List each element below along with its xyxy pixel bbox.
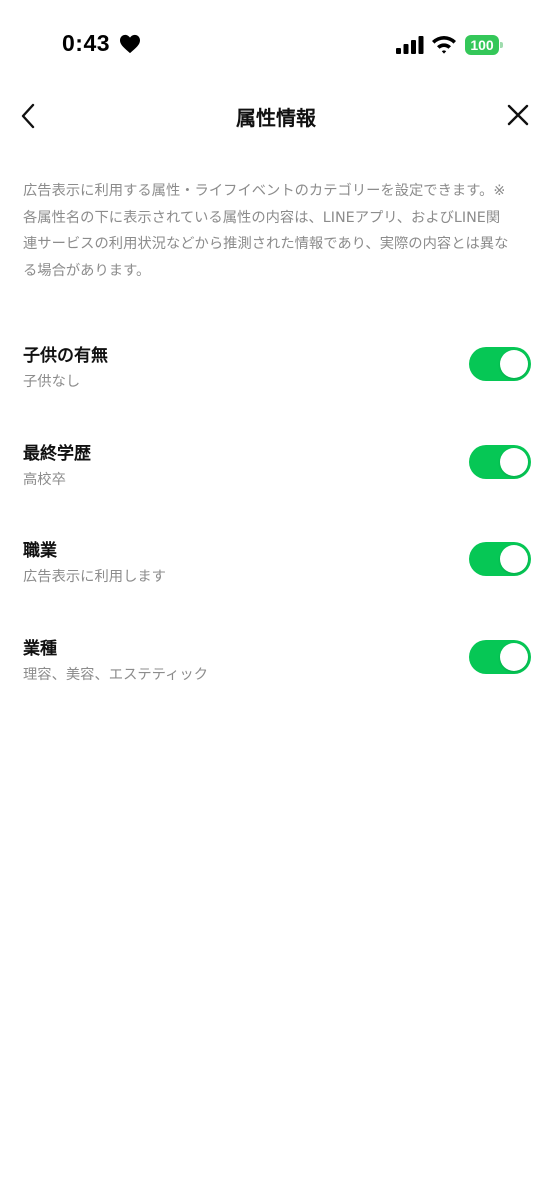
status-time: 0:43 (62, 30, 111, 56)
toggle-education[interactable] (469, 444, 531, 479)
toggle-knob (500, 447, 528, 476)
toggle-knob (500, 545, 528, 573)
setting-title: 最終学歴 (23, 443, 91, 464)
settings-list: 子供の有無 子供なし 最終学歴 高校卒 職業 広告表示に利用します 業種 理容、… (0, 333, 552, 723)
wifi-icon (432, 36, 456, 54)
close-icon (507, 104, 529, 126)
toggle-children[interactable] (469, 347, 531, 381)
battery-level: 100 (465, 35, 499, 55)
setting-row-children: 子供の有無 子供なし (0, 333, 552, 431)
setting-value: 理容、美容、エステティック (23, 666, 208, 683)
setting-row-education: 最終学歴 高校卒 (0, 431, 552, 529)
setting-value: 広告表示に利用します (23, 569, 166, 585)
page-title: 属性情報 (236, 106, 316, 130)
battery-icon: 100 (465, 35, 503, 55)
toggle-knob (500, 642, 528, 671)
toggle-knob (500, 350, 528, 378)
battery-cap (500, 42, 503, 48)
toggle-industry[interactable] (469, 639, 531, 674)
setting-value: 高校卒 (23, 471, 66, 488)
signal-icon (396, 36, 424, 54)
setting-value: 子供なし (23, 374, 81, 390)
setting-title: 業種 (23, 638, 57, 659)
setting-title: 職業 (23, 541, 57, 561)
description-text: 広告表示に利用する属性・ライフイベントのカテゴリーを設定できます。※各属性名の下… (23, 183, 509, 279)
setting-row-occupation: 職業 広告表示に利用します (0, 528, 552, 626)
setting-title: 子供の有無 (23, 346, 108, 366)
heart-icon (120, 34, 140, 54)
setting-row-industry: 業種 理容、美容、エステティック (0, 626, 552, 724)
close-button[interactable] (500, 98, 536, 134)
nav-header: 属性情報 (0, 90, 552, 142)
status-bar: 0:43 100 (0, 0, 552, 90)
toggle-occupation[interactable] (469, 542, 531, 576)
